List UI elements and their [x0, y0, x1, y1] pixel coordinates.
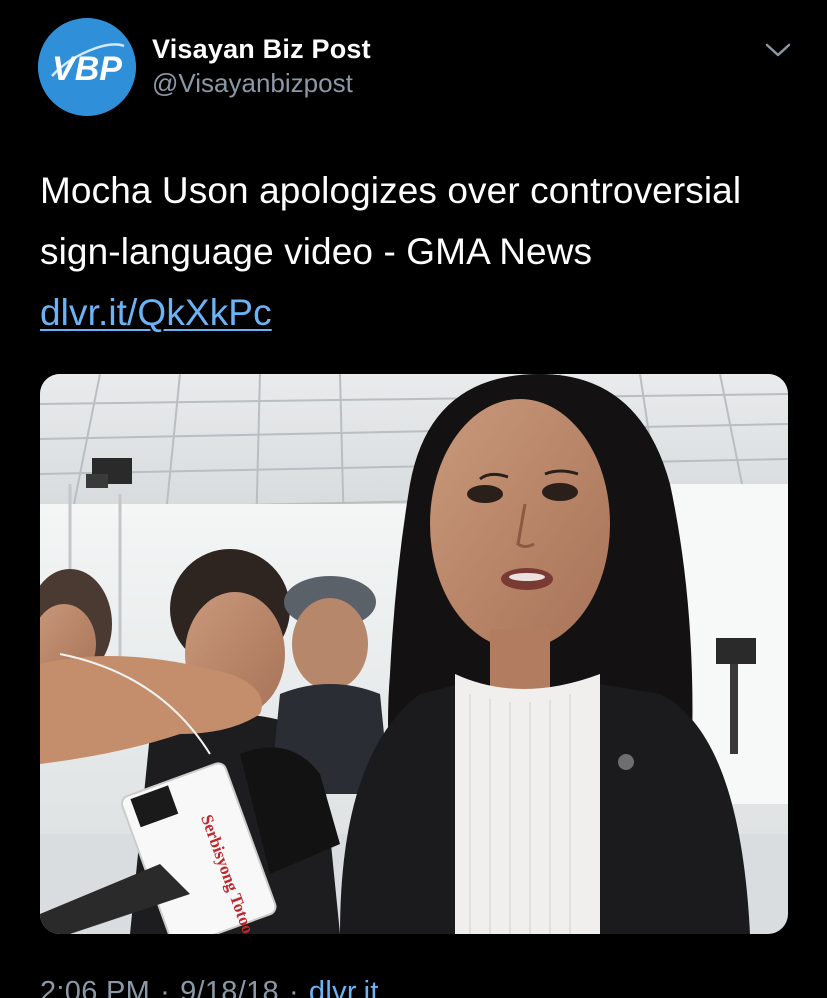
tweet-source[interactable]: dlvr.it [309, 976, 379, 998]
more-options-button[interactable] [762, 36, 794, 64]
tweet-link[interactable]: dlvr.it/QkXkPc [40, 292, 272, 333]
chevron-down-icon [765, 43, 791, 57]
avatar-text: VBP [52, 50, 122, 88]
tweet-metadata: 2:06 PM · 9/18/18 · dlvr.it [40, 976, 379, 998]
tweet-time[interactable]: 2:06 PM [40, 976, 150, 998]
avatar[interactable]: VBP [38, 18, 136, 116]
author-info: Visayan Biz Post @Visayanbizpost [152, 32, 371, 100]
tweet-body: Mocha Uson apologizes over controversial… [40, 170, 742, 272]
vbp-logo-icon: VBP [38, 18, 136, 116]
display-name[interactable]: Visayan Biz Post [152, 32, 371, 66]
press-conference-photo: Serbisyong Totoo [40, 374, 788, 934]
tweet-card: VBP Visayan Biz Post @Visayanbizpost Moc… [0, 0, 827, 998]
tweet-date[interactable]: 9/18/18 [180, 976, 279, 998]
separator-dot: · [288, 976, 299, 998]
tweet-photo[interactable]: Serbisyong Totoo [40, 374, 788, 934]
user-handle[interactable]: @Visayanbizpost [152, 66, 371, 100]
separator-dot: · [160, 976, 171, 998]
tweet-text: Mocha Uson apologizes over controversial… [40, 160, 800, 343]
